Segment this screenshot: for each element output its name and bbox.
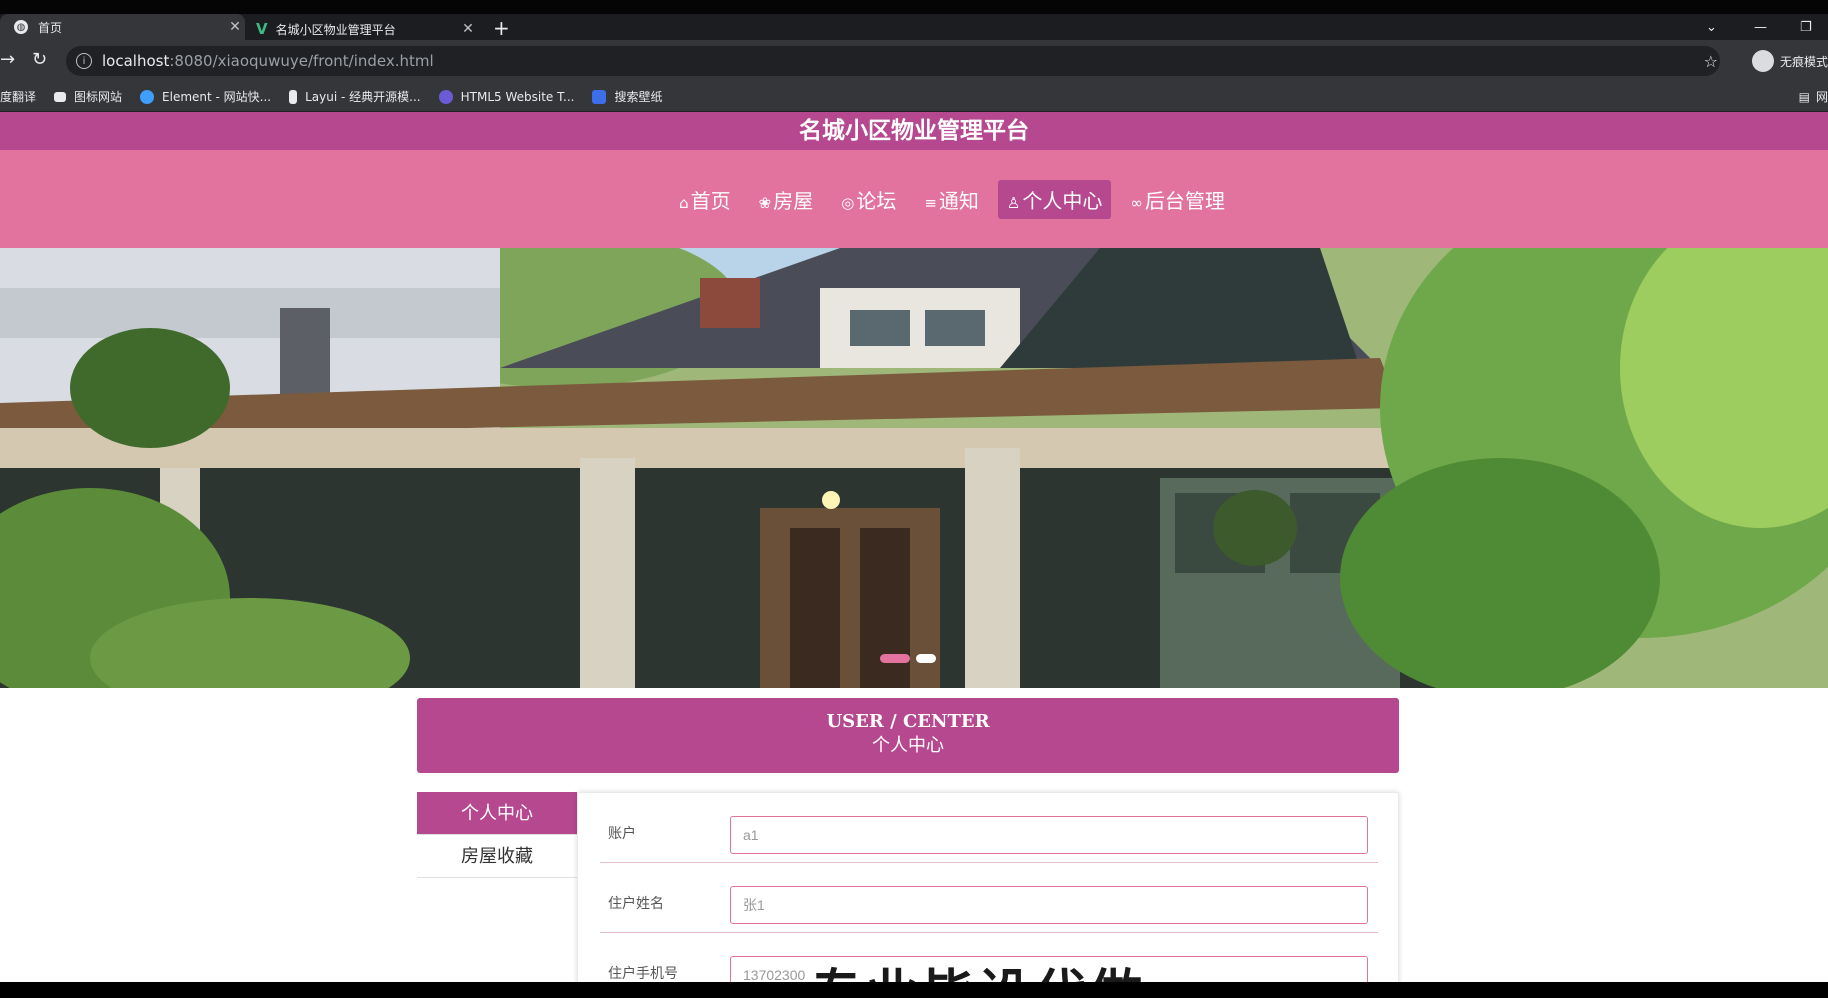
user-icon: ♙	[1006, 193, 1021, 212]
side-item-user-center[interactable]: 个人中心	[417, 792, 577, 835]
address-bar[interactable]: i localhost:8080/xiaoquwuye/front/index.…	[66, 46, 1720, 76]
section-title-cn: 个人中心	[872, 735, 944, 756]
overlay-watermark-text: 专业毕设代做	[810, 952, 1146, 982]
bookmark-item[interactable]: 搜索壁纸	[592, 88, 662, 105]
nav-admin[interactable]: ∞ 后台管理	[1121, 180, 1234, 219]
incognito-profile[interactable]: 无痕模式	[1751, 50, 1828, 72]
screen-bottom-edge	[0, 982, 1828, 998]
reload-icon[interactable]: ↻	[32, 49, 47, 70]
tab-search-icon[interactable]: ⌄	[1706, 14, 1717, 40]
bookmark-item[interactable]: HTML5 Website T...	[438, 89, 574, 104]
carousel-dot[interactable]	[916, 654, 936, 663]
bookmark-item[interactable]: Layui - 经典开源模...	[289, 88, 421, 105]
resident-name-input[interactable]	[730, 886, 1368, 924]
incognito-icon	[1751, 50, 1774, 72]
nav-home[interactable]: ⌂ 首页	[670, 180, 740, 219]
form-row-name: 住户姓名	[600, 863, 1378, 933]
minimize-button[interactable]: —	[1754, 14, 1767, 40]
url-path: :8080/xiaoquwuye/front/index.html	[169, 52, 434, 70]
banner-image	[0, 248, 1828, 688]
carousel-dot[interactable]	[880, 654, 910, 663]
bookmark-item[interactable]: Element - 网站快...	[140, 88, 271, 105]
browser-toolbar: → ↻ i localhost:8080/xiaoquwuye/front/in…	[0, 40, 1828, 82]
layui-icon	[289, 89, 298, 104]
tab-title: 名城小区物业管理平台	[275, 22, 396, 37]
new-tab-button[interactable]: +	[493, 16, 510, 40]
home-icon: ⌂	[679, 193, 689, 212]
bookmark-item[interactable]: 图标网站	[54, 88, 122, 105]
page-viewport: 名城小区物业管理平台 ⌂ 首页 ❀ 房屋 ◎ 论坛 ≡ 通知 ♙ 个人中心 ∞ 后台管理	[0, 112, 1828, 982]
section-title-en: USER / CENTER	[826, 711, 990, 732]
bookmark-star-icon[interactable]: ☆	[1704, 52, 1718, 71]
nav-user-center[interactable]: ♙ 个人中心	[997, 179, 1112, 219]
restore-button[interactable]: ❐	[1800, 14, 1812, 40]
nav-house[interactable]: ❀ 房屋	[750, 180, 823, 219]
resident-phone-label: 住户手机号	[608, 966, 678, 982]
bookmark-item[interactable]: 度翻译	[0, 88, 36, 105]
forward-icon[interactable]: →	[0, 49, 15, 70]
element-icon	[140, 89, 155, 104]
site-title: 名城小区物业管理平台	[0, 112, 1828, 150]
vue-icon: V	[256, 20, 268, 38]
bookmarks-bar: 度翻译 图标网站 Element - 网站快... Layui - 经典开源模.…	[0, 82, 1828, 112]
account-input[interactable]	[730, 816, 1368, 854]
wallpaper-icon	[592, 89, 607, 104]
reading-list[interactable]: ▤ 网	[1799, 88, 1828, 105]
main-nav: ⌂ 首页 ❀ 房屋 ◎ 论坛 ≡ 通知 ♙ 个人中心 ∞ 后台管理	[0, 150, 1828, 248]
notice-icon: ≡	[924, 193, 937, 212]
url-host: localhost	[102, 52, 170, 70]
globe-icon: ◍	[14, 20, 28, 34]
html5-icon	[438, 89, 453, 104]
resident-name-label: 住户姓名	[608, 896, 664, 912]
reading-list-icon: ▤	[1798, 89, 1810, 104]
nav-forum[interactable]: ◎ 论坛	[832, 180, 905, 219]
tab-title: 首页	[38, 20, 63, 35]
link-icon: ∞	[1130, 193, 1143, 212]
section-title: USER / CENTER 个人中心	[417, 698, 1399, 773]
profile-label: 无痕模式	[1779, 54, 1828, 69]
banner-carousel[interactable]	[0, 248, 1828, 688]
side-item-house-favorites[interactable]: 房屋收藏	[417, 835, 577, 878]
tab-close-icon[interactable]: ✕	[458, 21, 478, 37]
forum-icon: ◎	[841, 193, 855, 212]
carousel-indicators	[0, 654, 1828, 663]
user-side-menu: 个人中心 房屋收藏	[417, 792, 577, 878]
account-label: 账户	[608, 826, 636, 842]
browser-tab-home[interactable]: ◍ 首页 ✕	[0, 14, 245, 40]
browser-tab-platform[interactable]: V 名城小区物业管理平台 ✕	[250, 18, 478, 40]
house-icon: ❀	[758, 193, 772, 212]
form-row-account: 账户	[600, 793, 1378, 863]
info-icon[interactable]: i	[76, 53, 92, 69]
folder-icon	[54, 91, 67, 102]
tab-close-icon[interactable]: ✕	[225, 19, 245, 35]
nav-notice[interactable]: ≡ 通知	[915, 180, 988, 219]
browser-tab-strip: ◍ 首页 ✕ V 名城小区物业管理平台 ✕ + ⌄ — ❐	[0, 0, 1828, 40]
